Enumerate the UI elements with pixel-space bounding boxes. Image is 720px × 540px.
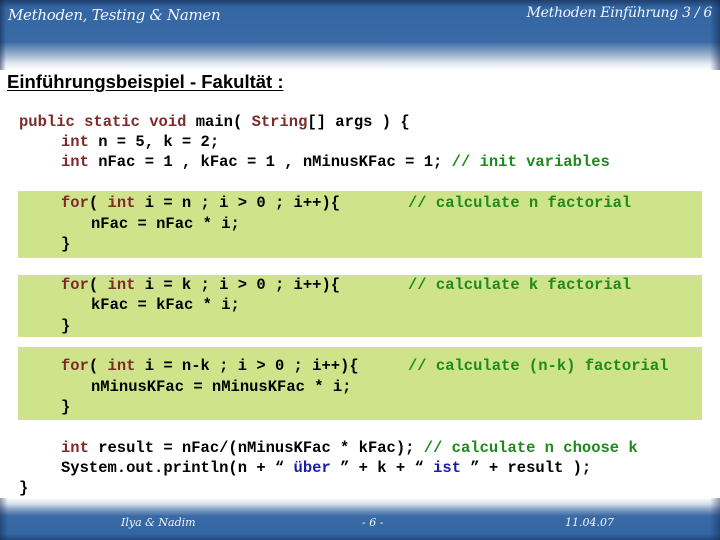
code-keyword: int [107, 276, 136, 294]
code-text: System.out.println(n + “ [61, 459, 294, 477]
code-keyword: int [61, 153, 89, 171]
code-line-loop3-header: for( int i = n-k ; i > 0 ; i++){ [61, 356, 359, 376]
code-line-loop2-close: } [61, 317, 71, 335]
code-text: ” + result ); [461, 459, 592, 477]
code-line-main-signature: public static void main( String[] args )… [19, 112, 410, 132]
code-text: n = 5, k = 2; [88, 133, 220, 151]
code-line-result: int result = nFac/(nMinusKFac * kFac); /… [61, 438, 638, 458]
code-keyword: for [61, 357, 89, 375]
code-keyword: String [251, 113, 308, 131]
code-text: ( [88, 194, 108, 212]
code-text: [] args ) { [307, 113, 410, 131]
code-keyword: int [61, 133, 89, 151]
code-text: main( [186, 113, 252, 131]
code-line-loop3-body: nMinusKFac = nMinusKFac * i; [91, 378, 352, 396]
code-keyword: for [61, 194, 89, 212]
code-listing: public static void main( String[] args )… [0, 0, 720, 540]
code-line-loop2-body: kFac = kFac * i; [91, 296, 240, 314]
code-keyword: for [61, 276, 89, 294]
footer-page-number: - 6 - [362, 516, 384, 529]
code-comment-loop1: // calculate n factorial [408, 194, 632, 212]
footer-shade-right [710, 498, 720, 540]
code-line-loop1-close: } [61, 235, 71, 253]
code-line-init-nk: int n = 5, k = 2; [61, 132, 219, 152]
code-comment-loop3: // calculate (n-k) factorial [408, 357, 669, 375]
code-line-loop3-close: } [61, 398, 71, 416]
code-text: result = nFac/(nMinusKFac * kFac); [88, 439, 424, 457]
code-comment: // init variables [451, 153, 610, 171]
code-line-loop1-header: for( int i = n ; i > 0 ; i++){ [61, 193, 340, 213]
code-text: i = k ; i > 0 ; i++){ [135, 276, 341, 294]
code-text: nFac = 1 , kFac = 1 , nMinusKFac = 1; [88, 153, 452, 171]
code-keyword: int [107, 357, 136, 375]
code-comment: // calculate n choose k [423, 439, 638, 457]
code-string: ist [433, 459, 461, 477]
code-text: ( [88, 357, 108, 375]
code-text: i = n ; i > 0 ; i++){ [135, 194, 341, 212]
footer-authors: Ilya & Nadim [121, 516, 196, 529]
footer-date: 11.04.07 [565, 516, 614, 529]
code-keyword: public static void [19, 113, 187, 131]
code-line-loop2-header: for( int i = k ; i > 0 ; i++){ [61, 275, 340, 295]
code-comment-loop2: // calculate k factorial [408, 276, 632, 294]
code-line-init-variables: int nFac = 1 , kFac = 1 , nMinusKFac = 1… [61, 152, 610, 172]
code-text: ” + k + “ [330, 459, 434, 477]
code-string: über [293, 459, 331, 477]
code-text: i = n-k ; i > 0 ; i++){ [135, 357, 359, 375]
code-line-loop1-body: nFac = nFac * i; [91, 215, 240, 233]
footer-shade-left [0, 498, 8, 540]
code-line-closing-brace: } [19, 479, 29, 497]
code-line-println: System.out.println(n + “ über ” + k + “ … [61, 458, 591, 478]
code-keyword: int [61, 439, 89, 457]
code-text: ( [88, 276, 108, 294]
code-keyword: int [107, 194, 136, 212]
